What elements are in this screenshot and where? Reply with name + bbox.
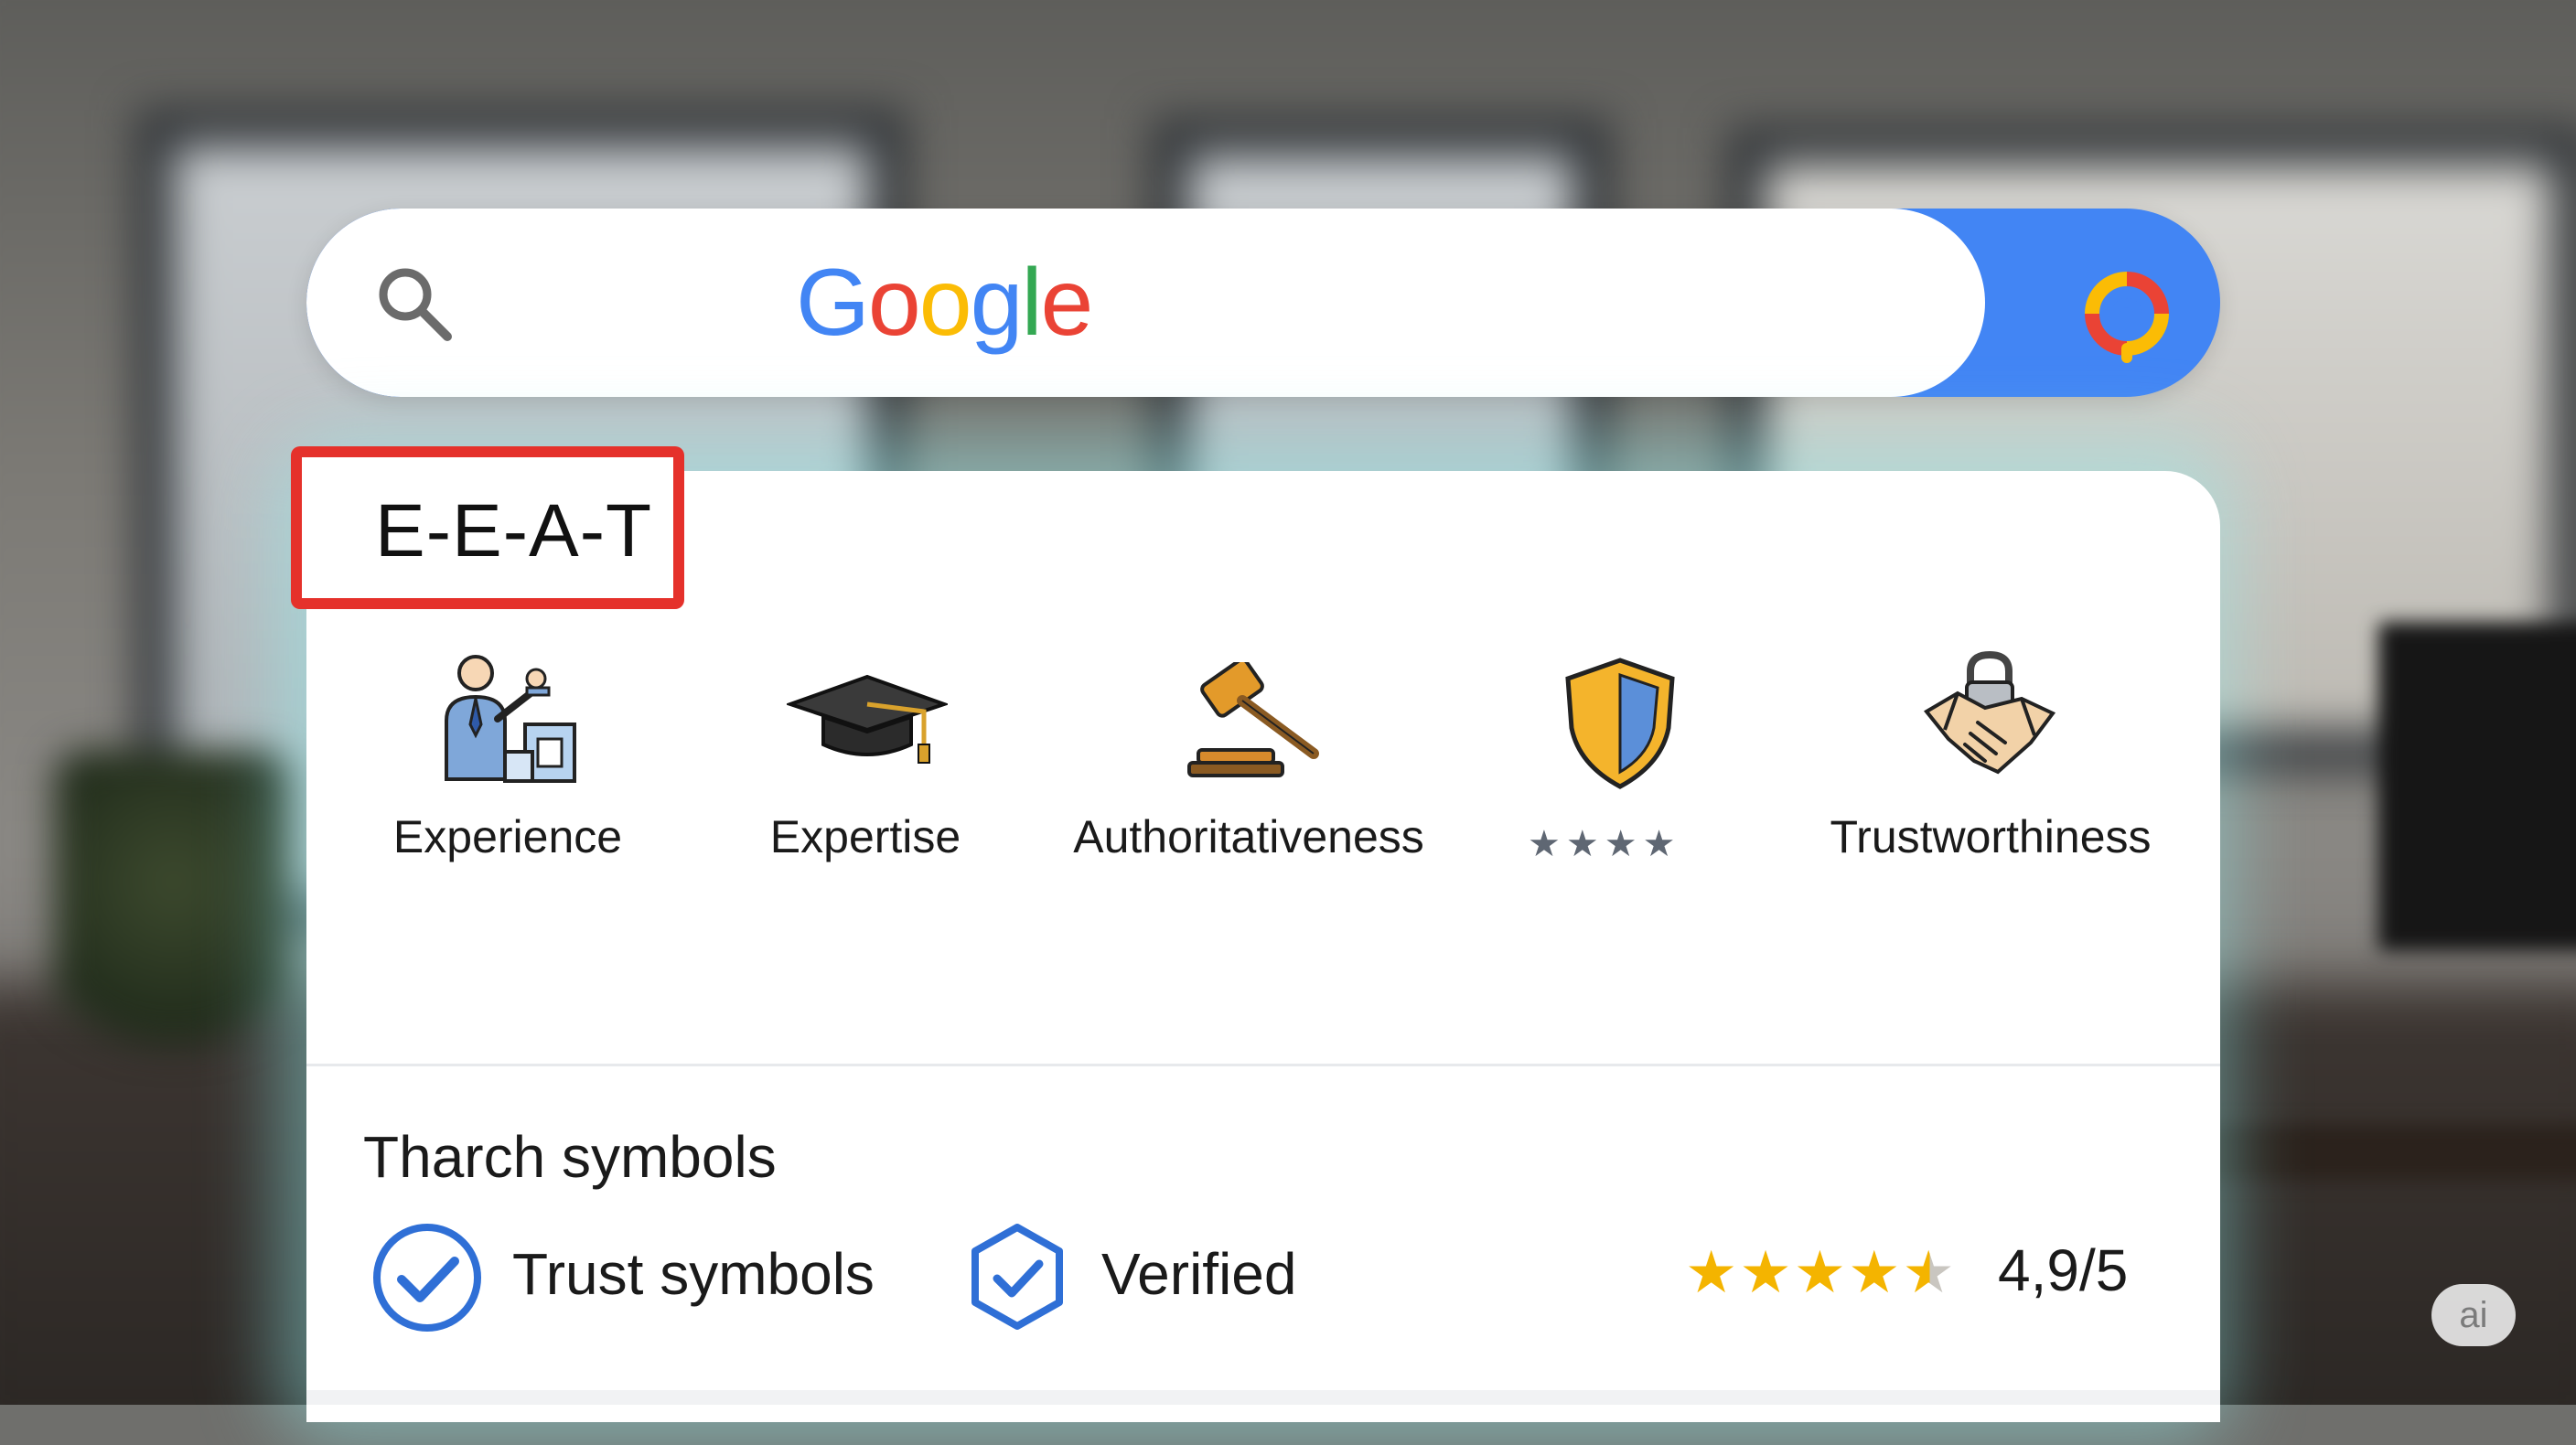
star-icon: ★ — [1848, 1239, 1903, 1305]
pillar-label-stars: ★★★★ — [1528, 824, 1681, 864]
half-star-icon: ★ — [1902, 1239, 1957, 1305]
logo-letter: o — [918, 250, 972, 356]
magnifier-icon[interactable] — [372, 262, 455, 344]
section-divider — [306, 1064, 2220, 1066]
star-icon: ★ — [1793, 1239, 1849, 1305]
eeat-title-box: E-E-A-T — [291, 446, 684, 609]
pillar-label-expertise: Expertise — [769, 811, 961, 862]
pillar-label-authoritativeness: Authoritativeness — [1073, 811, 1424, 862]
star-icon: ★ — [1685, 1239, 1740, 1305]
pillar-label-experience: Experience — [392, 811, 623, 862]
pillar-label-trustworthiness: Trustworthiness — [1830, 811, 2152, 862]
logo-letter: o — [867, 250, 921, 356]
logo-letter: g — [970, 250, 1024, 356]
logo-letter: G — [796, 250, 870, 356]
person-presenting-icon — [445, 655, 576, 783]
star-icon: ★ — [1739, 1239, 1794, 1305]
search-field[interactable]: Google — [306, 209, 1985, 397]
gavel-icon — [1187, 662, 1319, 777]
logo-letter: e — [1040, 250, 1094, 356]
eeat-title: E-E-A-T — [375, 489, 653, 573]
trust-symbols-label: Trust symbols — [512, 1241, 875, 1307]
verified-hexagon-icon — [971, 1224, 1063, 1330]
rating-stars: ★★★★★ — [1685, 1238, 1957, 1307]
check-circle-icon — [373, 1224, 481, 1332]
card-bottom-strip — [306, 1390, 2220, 1405]
graduation-cap-icon — [787, 674, 948, 764]
logo-letter: l — [1021, 250, 1042, 356]
shield-icon — [1565, 658, 1675, 789]
verified-label: Verified — [1101, 1241, 1297, 1307]
google-logo: Google — [796, 243, 1094, 362]
ai-watermark-badge: ai — [2431, 1284, 2516, 1346]
rating-value: 4,9/5 — [1998, 1237, 2129, 1303]
google-lens-icon[interactable] — [2072, 259, 2182, 369]
handshake-lock-icon — [1923, 650, 2056, 775]
search-bar[interactable]: Google — [306, 209, 2220, 397]
section-title: Tharch symbols — [363, 1124, 777, 1190]
